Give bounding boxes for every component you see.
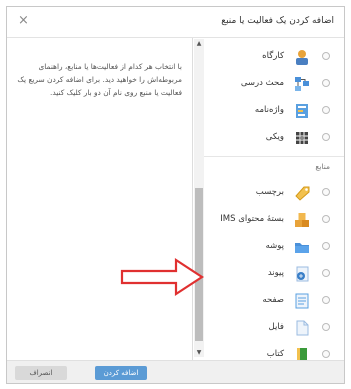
options-list: کارگاه محث درسی واژه‌نامه ویکی منابع (200, 38, 344, 361)
help-text: با انتخاب هر کدام از فعالیت‌ها یا منابع،… (17, 62, 182, 97)
close-icon[interactable]: × (18, 14, 29, 27)
scroll-up-arrow-icon[interactable]: ▲ (194, 39, 204, 48)
activity-chooser-dialog: اضافه کردن یک فعالیت یا منبع × با انتخاب… (6, 6, 345, 384)
dialog-title: اضافه کردن یک فعالیت یا منبع (221, 16, 334, 26)
lesson-icon (293, 75, 311, 93)
ims-package-icon (293, 211, 311, 229)
option-folder[interactable]: پوشه (200, 234, 344, 260)
option-label: بستهٔ محتوای IMS (220, 214, 284, 224)
option-radio[interactable] (322, 106, 330, 114)
option-glossary[interactable]: واژه‌نامه (200, 98, 344, 124)
option-label: فایل (268, 322, 284, 332)
option-label: برچسب (255, 187, 284, 197)
option-radio[interactable] (322, 296, 330, 304)
option-label: کارگاه (262, 51, 284, 61)
help-pane: با انتخاب هر کدام از فعالیت‌ها یا منابع،… (7, 38, 193, 361)
option-radio[interactable] (322, 215, 330, 223)
url-link-icon (293, 265, 311, 283)
resources-section-title: منابع (315, 162, 330, 171)
annotation-arrow-icon (120, 257, 204, 297)
option-url[interactable]: پیوند (200, 261, 344, 287)
option-label: ویکی (265, 132, 284, 142)
scroll-down-arrow-icon[interactable]: ▼ (194, 348, 204, 357)
option-file[interactable]: فایل (200, 315, 344, 341)
option-label: کتاب (266, 349, 284, 359)
glossary-icon (293, 102, 311, 120)
label-tag-icon (293, 184, 311, 202)
option-radio[interactable] (322, 133, 330, 141)
workshop-icon (293, 48, 311, 66)
option-label-resource[interactable]: برچسب (200, 180, 344, 206)
option-lesson[interactable]: محث درسی (200, 71, 344, 97)
option-workshop[interactable]: کارگاه (200, 44, 344, 70)
section-divider (200, 156, 344, 157)
page-icon (293, 292, 311, 310)
file-icon (293, 319, 311, 337)
dialog-header: اضافه کردن یک فعالیت یا منبع × (7, 7, 344, 38)
add-button[interactable]: اضافه کردن (95, 366, 147, 380)
book-icon (293, 346, 311, 361)
option-label: صفحه (262, 295, 284, 305)
option-label: محث درسی (240, 78, 284, 88)
option-wiki[interactable]: ویکی (200, 125, 344, 151)
options-scrollbar[interactable]: ▲ ▼ (194, 39, 204, 357)
option-radio[interactable] (322, 52, 330, 60)
dialog-footer: انصراف اضافه کردن (7, 360, 344, 383)
option-page[interactable]: صفحه (200, 288, 344, 314)
option-radio[interactable] (322, 323, 330, 331)
option-radio[interactable] (322, 79, 330, 87)
option-radio[interactable] (322, 188, 330, 196)
option-book[interactable]: کتاب (200, 342, 344, 361)
option-radio[interactable] (322, 350, 330, 358)
option-ims-package[interactable]: بستهٔ محتوای IMS (200, 207, 344, 233)
option-label: واژه‌نامه (254, 105, 284, 115)
option-radio[interactable] (322, 242, 330, 250)
cancel-button[interactable]: انصراف (15, 366, 67, 380)
wiki-icon (293, 129, 311, 147)
option-label: پیوند (267, 268, 284, 278)
option-radio[interactable] (322, 269, 330, 277)
option-label: پوشه (265, 241, 284, 251)
folder-icon (293, 238, 311, 256)
